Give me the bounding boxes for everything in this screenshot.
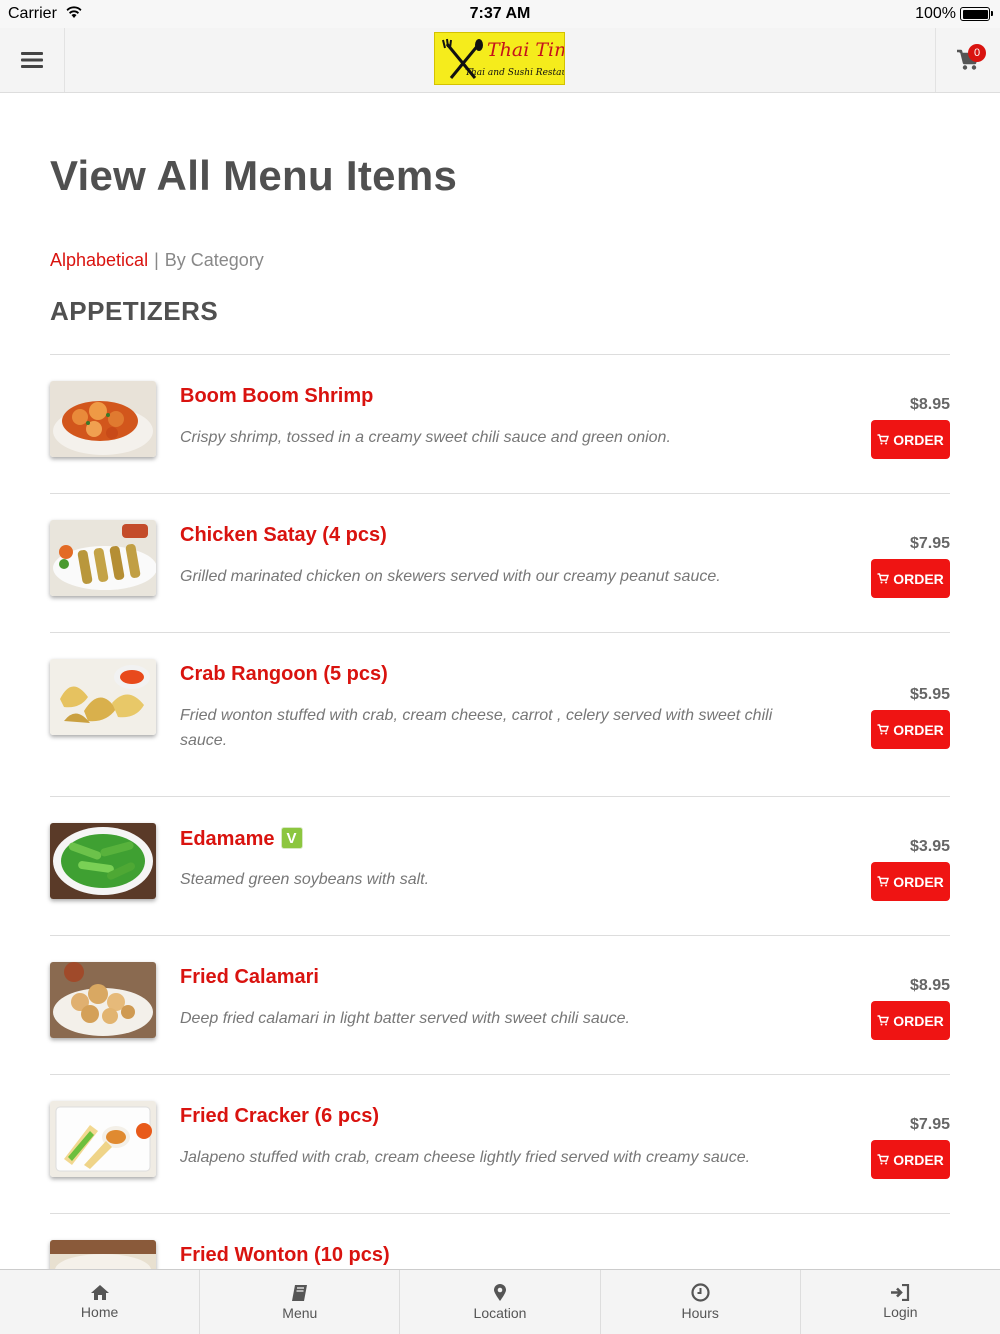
order-button[interactable]: ORDER	[871, 862, 950, 901]
cart-button[interactable]: 0	[935, 28, 1000, 92]
order-label: ORDER	[893, 873, 944, 890]
item-photo	[50, 381, 156, 457]
book-icon	[291, 1284, 307, 1301]
cart-plus-icon	[877, 573, 890, 584]
battery-percent: 100%	[915, 5, 956, 22]
section-heading: APPETIZERS	[50, 296, 219, 326]
menu-item[interactable]: Boom Boom Shrimp Crispy shrimp, tossed i…	[50, 354, 950, 493]
sort-separator: |	[154, 250, 159, 270]
map-pin-icon	[494, 1284, 506, 1301]
item-name[interactable]: Crab Rangoon (5 pcs)	[180, 663, 388, 686]
item-photo	[50, 1101, 156, 1177]
item-description: Grilled marinated chicken on skewers ser…	[180, 568, 721, 585]
tab-location[interactable]: Location	[400, 1270, 601, 1334]
vegetarian-badge: V	[280, 827, 303, 849]
menu-item[interactable]: Fried Cracker (6 pcs) Jalapeno stuffed w…	[50, 1074, 950, 1213]
item-price: $7.95	[909, 1116, 950, 1133]
cart-plus-icon	[877, 724, 890, 735]
page-title: View All Menu Items	[50, 152, 458, 199]
item-photo	[50, 520, 156, 596]
battery-icon	[960, 7, 993, 21]
logo-title: Thai Time	[487, 39, 564, 61]
item-price: $5.95	[909, 686, 950, 703]
cart-plus-icon	[877, 434, 890, 445]
item-description: Deep fried calamari in light batter serv…	[180, 1010, 630, 1027]
item-photo	[50, 823, 156, 899]
app-header: Thai Time Thai and Sushi Restaurant 0	[0, 28, 1000, 93]
order-button[interactable]: ORDER	[871, 1001, 950, 1040]
tab-label: Location	[473, 1305, 527, 1321]
clock-icon	[691, 1283, 710, 1302]
order-button[interactable]: ORDER	[871, 710, 950, 749]
item-price: $7.95	[909, 535, 950, 552]
clock-time: 7:37 AM	[469, 5, 531, 22]
cart-plus-icon	[877, 1015, 890, 1026]
item-price: $3.95	[909, 838, 950, 855]
sign-in-icon	[891, 1284, 910, 1301]
item-name[interactable]: Fried Calamari	[180, 966, 319, 989]
menu-item[interactable]: Chicken Satay (4 pcs) Grilled marinated …	[50, 493, 950, 632]
tab-hours[interactable]: Hours	[601, 1270, 801, 1334]
item-name[interactable]: Chicken Satay (4 pcs)	[180, 524, 387, 547]
item-photo	[50, 659, 156, 735]
order-label: ORDER	[893, 570, 944, 587]
order-button[interactable]: ORDER	[871, 1140, 950, 1179]
tab-login[interactable]: Login	[801, 1270, 1000, 1334]
item-name[interactable]: Boom Boom Shrimp	[180, 385, 373, 408]
menu-item[interactable]: Edamame V Steamed green soybeans with sal…	[50, 796, 950, 935]
tab-label: Hours	[681, 1305, 719, 1321]
cart-plus-icon	[877, 1154, 890, 1165]
order-label: ORDER	[893, 1012, 944, 1029]
item-name[interactable]: Fried Cracker (6 pcs)	[180, 1105, 379, 1128]
menu-item[interactable]: Fried Calamari Deep fried calamari in li…	[50, 935, 950, 1074]
item-name[interactable]: Edamame V	[180, 827, 303, 851]
tab-label: Menu	[282, 1304, 318, 1321]
bottom-tab-bar: Home Menu Location Hours Login	[0, 1269, 1000, 1334]
sort-alphabetical-link[interactable]: Alphabetical	[50, 250, 148, 270]
tab-menu[interactable]: Menu	[200, 1270, 401, 1334]
item-description: Jalapeno stuffed with crab, cream cheese…	[180, 1149, 751, 1166]
item-description: Crispy shrimp, tossed in a creamy sweet …	[180, 429, 671, 446]
order-label: ORDER	[893, 721, 944, 738]
tab-label: Login	[883, 1304, 918, 1320]
order-label: ORDER	[893, 1151, 944, 1168]
cart-count-badge: 0	[968, 44, 986, 62]
menu-list: Boom Boom Shrimp Crispy shrimp, tossed i…	[50, 354, 950, 1316]
menu-item[interactable]: Crab Rangoon (5 pcs) Fried wonton stuffe…	[50, 632, 950, 796]
sort-by-category-link[interactable]: By Category	[165, 250, 264, 270]
menu-item[interactable]: Fried Wonton (10 pcs)	[50, 1213, 950, 1316]
item-photo	[50, 962, 156, 1038]
item-name-text: Edamame	[180, 828, 275, 850]
order-button[interactable]: ORDER	[871, 420, 950, 459]
sort-tabs: Alphabetical | By Category	[50, 250, 264, 271]
hamburger-icon	[21, 52, 43, 68]
order-button[interactable]: ORDER	[871, 559, 950, 598]
status-bar: Carrier 7:37 AM 100%	[0, 0, 1000, 28]
tab-home[interactable]: Home	[0, 1270, 201, 1334]
item-price: $8.95	[909, 396, 950, 413]
restaurant-logo[interactable]: Thai Time Thai and Sushi Restaurant	[434, 32, 565, 85]
tab-label: Home	[80, 1304, 119, 1320]
item-description: Fried wonton stuffed with crab, cream ch…	[180, 707, 773, 749]
logo-subtitle: Thai and Sushi Restaurant	[465, 68, 564, 78]
cart-plus-icon	[877, 876, 890, 887]
hamburger-menu-button[interactable]	[0, 28, 65, 92]
item-description: Steamed green soybeans with salt.	[180, 871, 430, 888]
home-icon	[90, 1285, 109, 1300]
order-label: ORDER	[893, 431, 944, 448]
item-price: $8.95	[909, 977, 950, 994]
item-name[interactable]: Fried Wonton (10 pcs)	[180, 1244, 390, 1267]
